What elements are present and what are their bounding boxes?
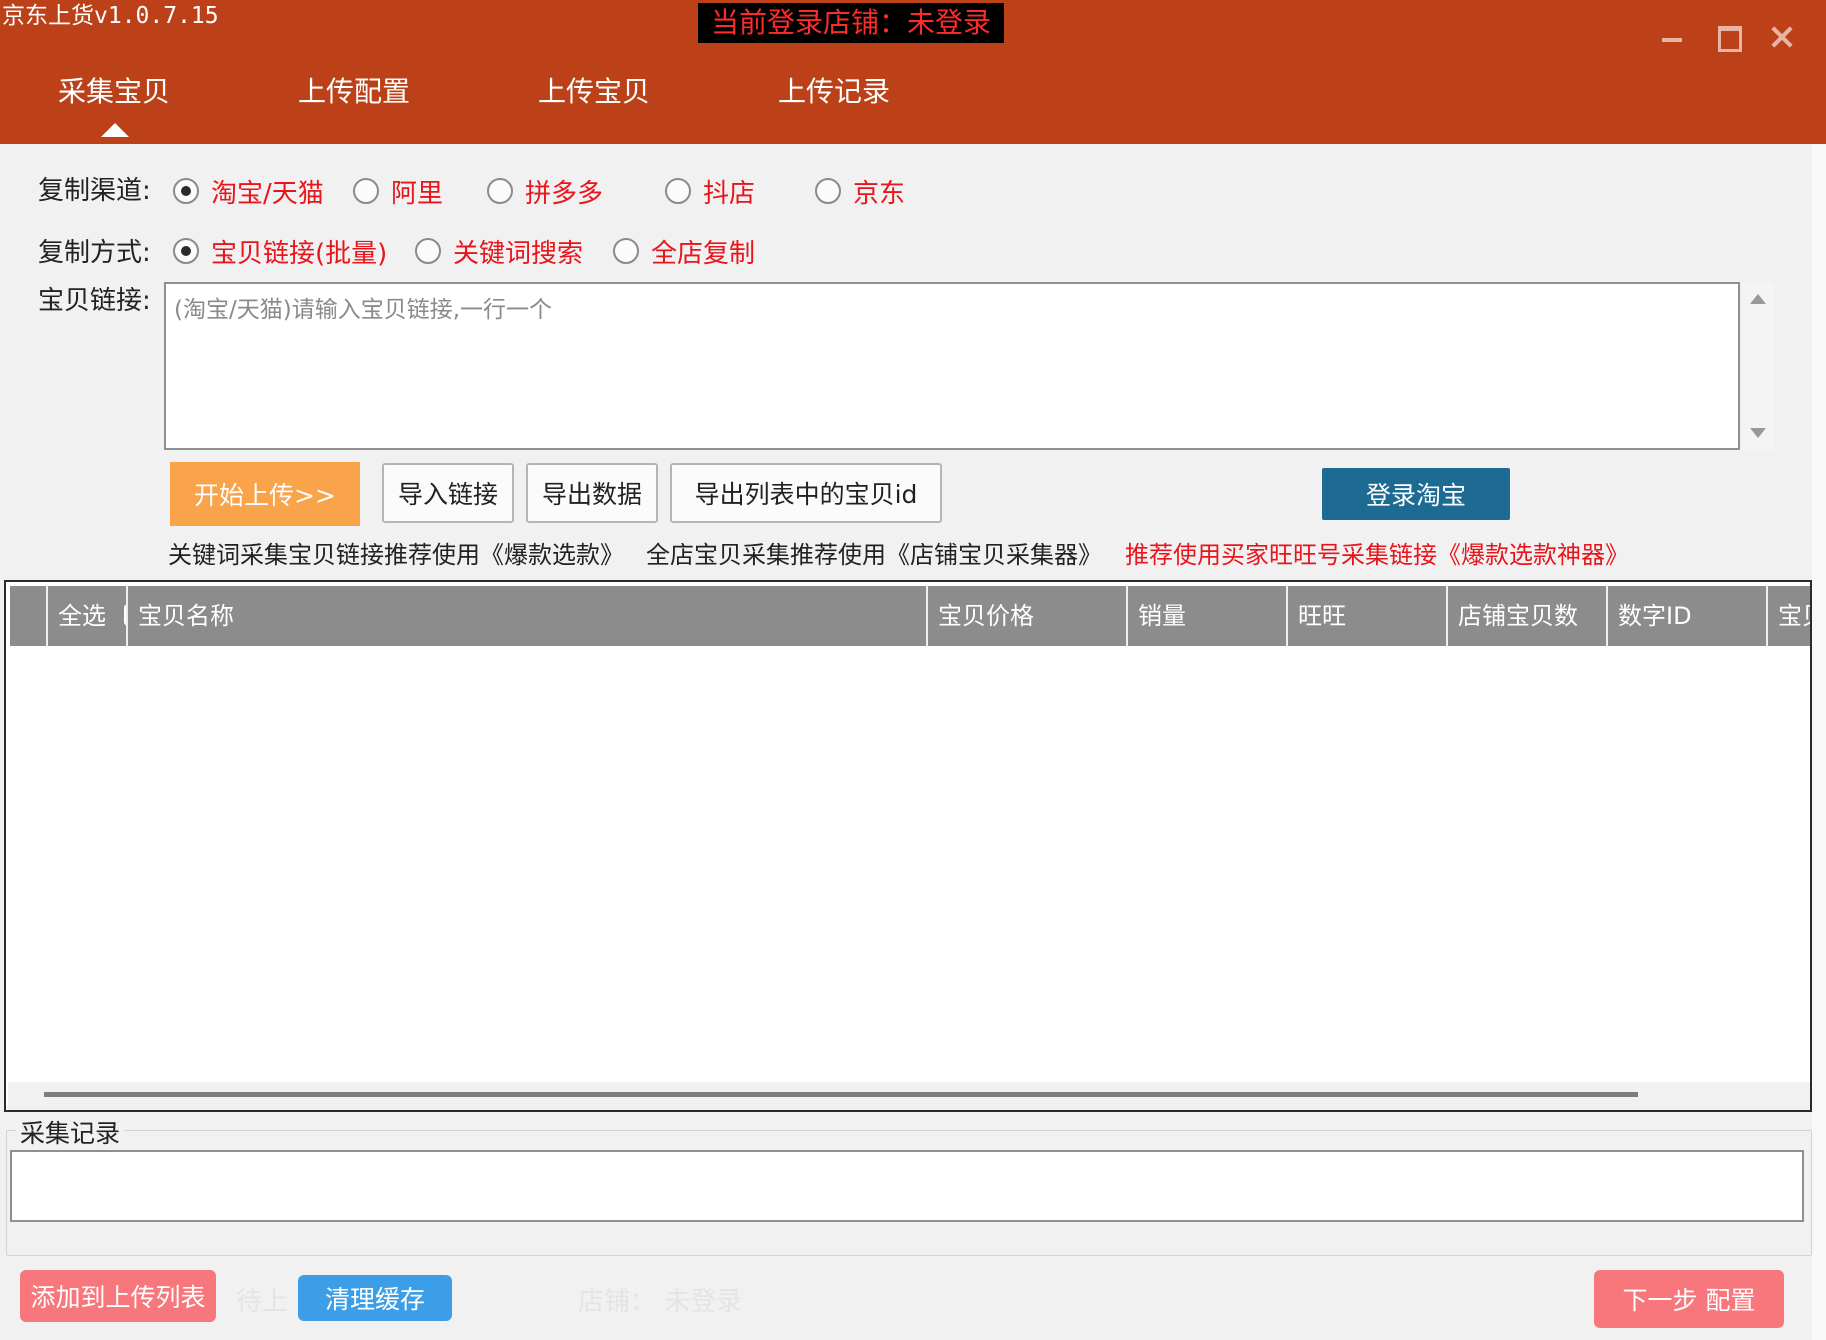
close-icon[interactable] xyxy=(1762,16,1802,56)
pending-upload-label: 待上 xyxy=(236,1287,289,1317)
grid-header: 全选 宝贝名称 宝贝价格 销量 旺旺 店铺宝贝数 数字ID 宝贝 xyxy=(10,586,1810,646)
export-ids-button[interactable]: 导出列表中的宝贝id xyxy=(670,463,942,523)
tip-keyword: 关键词采集宝贝链接推荐使用《爆款选款》 xyxy=(168,541,624,569)
radio-label: 抖店 xyxy=(703,178,756,209)
title-bar: 京东上货v1.0.7.15 当前登录店铺：未登录 采集宝贝 上传配置 上传宝贝 … xyxy=(0,0,1826,144)
grid-col-item-name[interactable]: 宝贝名称 xyxy=(128,586,928,646)
radio-label: 关键词搜索 xyxy=(453,238,584,269)
tip-shop: 全店宝贝采集推荐使用《店铺宝贝采集器》 xyxy=(646,541,1102,569)
radio-unchecked-icon xyxy=(415,238,441,264)
channel-label: 复制渠道: xyxy=(38,176,151,206)
radio-channel-pdd[interactable]: 拼多多 xyxy=(487,174,604,209)
tip-buyer: 推荐使用买家旺旺号采集链接《爆款选款神器》 xyxy=(1125,541,1629,569)
grid-horizontal-scrollbar[interactable] xyxy=(44,1092,1638,1097)
radio-unchecked-icon xyxy=(665,178,691,204)
shop-status-label: 店铺： 未登录 xyxy=(578,1287,743,1317)
login-status-banner: 当前登录店铺：未登录 xyxy=(698,3,1004,43)
radio-label: 全店复制 xyxy=(651,238,756,269)
scroll-down-icon[interactable] xyxy=(1750,428,1766,438)
grid-col-item-more[interactable]: 宝贝 xyxy=(1768,586,1810,646)
radio-label: 宝贝链接(批量) xyxy=(211,238,388,269)
tab-collect-items[interactable]: 采集宝贝 xyxy=(58,72,170,116)
collect-log-box[interactable] xyxy=(10,1150,1804,1222)
minimize-icon[interactable] xyxy=(1652,16,1692,56)
radio-unchecked-icon xyxy=(613,238,639,264)
item-links-textarea[interactable] xyxy=(164,282,1740,450)
radio-label: 阿里 xyxy=(391,178,444,209)
radio-label: 拼多多 xyxy=(525,178,604,209)
radio-channel-taobao[interactable]: 淘宝/天猫 xyxy=(173,174,324,209)
radio-unchecked-icon xyxy=(353,178,379,204)
radio-unchecked-icon xyxy=(815,178,841,204)
next-step-config-button[interactable]: 下一步 配置 xyxy=(1594,1270,1784,1328)
grid-col-sales[interactable]: 销量 xyxy=(1128,586,1288,646)
radio-channel-douyin[interactable]: 抖店 xyxy=(665,174,756,209)
window-right-edge xyxy=(1812,144,1826,1340)
grid-scroll-area xyxy=(8,1082,1810,1110)
items-grid: 全选 宝贝名称 宝贝价格 销量 旺旺 店铺宝贝数 数字ID 宝贝 xyxy=(4,580,1812,1112)
radio-label: 淘宝/天猫 xyxy=(211,178,324,209)
import-links-button[interactable]: 导入链接 xyxy=(382,463,514,523)
radio-mode-item-links[interactable]: 宝贝链接(批量) xyxy=(173,234,388,269)
select-all-label: 全选 xyxy=(58,602,106,630)
grid-col-numeric-id[interactable]: 数字ID xyxy=(1608,586,1768,646)
radio-checked-icon xyxy=(173,238,199,264)
radio-mode-keyword[interactable]: 关键词搜索 xyxy=(415,234,584,269)
collect-log-title: 采集记录 xyxy=(16,1114,125,1150)
scroll-up-icon[interactable] xyxy=(1750,294,1766,304)
tab-upload-items[interactable]: 上传宝贝 xyxy=(538,72,650,116)
grid-col-wangwang[interactable]: 旺旺 xyxy=(1288,586,1448,646)
radio-label: 京东 xyxy=(853,178,906,209)
radio-channel-ali[interactable]: 阿里 xyxy=(353,174,444,209)
radio-unchecked-icon xyxy=(487,178,513,204)
radio-channel-jd[interactable]: 京东 xyxy=(815,174,906,209)
login-taobao-button[interactable]: 登录淘宝 xyxy=(1322,468,1510,520)
link-label: 宝贝链接: xyxy=(38,286,151,316)
grid-col-select-all[interactable]: 全选 xyxy=(48,586,128,646)
grid-col-shop-item-count[interactable]: 店铺宝贝数 xyxy=(1448,586,1608,646)
clear-cache-button[interactable]: 清理缓存 xyxy=(298,1275,452,1321)
add-to-upload-list-button[interactable]: 添加到上传列表 xyxy=(20,1270,216,1322)
radio-checked-icon xyxy=(173,178,199,204)
export-data-button[interactable]: 导出数据 xyxy=(526,463,658,523)
tab-upload-config[interactable]: 上传配置 xyxy=(298,72,410,116)
app-title: 京东上货v1.0.7.15 xyxy=(2,3,219,29)
links-scrollbar[interactable] xyxy=(1742,282,1774,450)
tab-upload-records[interactable]: 上传记录 xyxy=(778,72,890,116)
radio-mode-whole-shop[interactable]: 全店复制 xyxy=(613,234,756,269)
start-upload-button[interactable]: 开始上传>> xyxy=(170,462,360,526)
maximize-icon[interactable] xyxy=(1707,16,1747,56)
grid-row-header-cell xyxy=(10,586,48,646)
grid-col-price[interactable]: 宝贝价格 xyxy=(928,586,1128,646)
mode-label: 复制方式: xyxy=(38,238,151,268)
active-tab-caret-icon xyxy=(101,123,129,137)
